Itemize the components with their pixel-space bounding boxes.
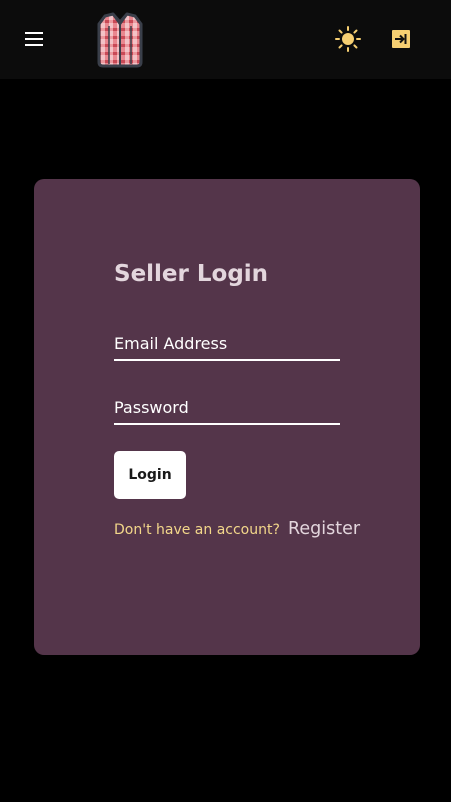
sun-icon[interactable] bbox=[335, 26, 361, 52]
seller-login-card: Seller Login Login Don't have an account… bbox=[34, 179, 420, 655]
password-field bbox=[114, 391, 340, 425]
password-input[interactable] bbox=[114, 391, 340, 423]
login-button[interactable]: Login bbox=[114, 451, 186, 499]
hamburger-menu-icon[interactable] bbox=[25, 31, 43, 47]
top-nav-bar bbox=[0, 0, 451, 79]
register-prompt: Don't have an account? bbox=[114, 522, 280, 538]
register-link[interactable]: Register bbox=[288, 519, 360, 539]
page-title: Seller Login bbox=[114, 261, 269, 287]
shirt-logo-icon[interactable] bbox=[97, 12, 143, 68]
register-row: Don't have an account? Register bbox=[114, 519, 360, 539]
email-input[interactable] bbox=[114, 327, 340, 359]
sign-in-icon[interactable] bbox=[392, 30, 410, 48]
email-field bbox=[114, 327, 340, 361]
